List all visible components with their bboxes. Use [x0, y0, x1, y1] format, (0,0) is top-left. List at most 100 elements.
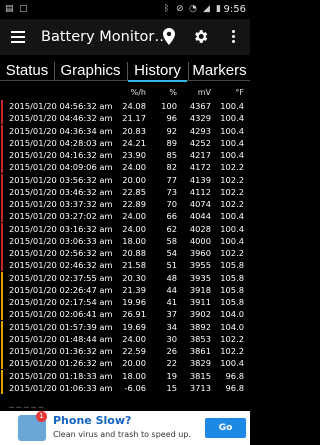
- cell-pct-per-hour: 24.00: [122, 223, 146, 234]
- settings-gear-icon[interactable]: [192, 28, 209, 45]
- cell-mv: 3902: [189, 309, 211, 320]
- row-level-bar: [1, 161, 3, 174]
- cell-percent: 62: [166, 223, 177, 234]
- cell-pct-per-hour: 24.00: [122, 211, 146, 222]
- cell-percent: 100: [161, 101, 177, 111]
- row-level-bar: [1, 149, 3, 161]
- table-row[interactable]: 2015/01/20 02:46:32 am 21.58 51 3955 105.8: [0, 259, 250, 272]
- status-bar: ▤ ▢ ᛒ ⊘ ◔ ◢ ▮ 9:56: [0, 0, 250, 19]
- cell-percent: 92: [166, 125, 177, 136]
- table-row[interactable]: 2015/01/20 03:37:32 am 22.89 70 4074 102.2: [0, 198, 250, 210]
- row-level-bar: [1, 332, 3, 345]
- table-row[interactable]: 2015/01/20 04:56:32 am 24.08 100 4367 100.4: [0, 100, 250, 112]
- cell-date: 2015/01/20 02:37:55 am: [9, 272, 113, 283]
- table-row[interactable]: 2015/01/20 03:46:32 am 22.85 73 4112 102.2: [0, 185, 250, 198]
- ad-title: Phone Slow?: [53, 414, 132, 427]
- row-level-bar: [1, 296, 3, 308]
- cell-pct-per-hour: 22.89: [122, 199, 146, 209]
- cell-date: 2015/01/20 01:48:44 am: [9, 333, 113, 344]
- table-row[interactable]: 2015/01/20 01:48:44 am 24.00 30 3853 102.2: [0, 332, 250, 345]
- cell-pct-per-hour: 20.83: [122, 125, 146, 136]
- cell-mv: 4367: [189, 101, 211, 111]
- cell-pct-per-hour: 21.17: [122, 113, 146, 124]
- cell-pct-per-hour: 22.59: [122, 346, 146, 356]
- table-row[interactable]: 2015/01/20 02:37:55 am 20.30 48 3935 105.8: [0, 271, 250, 284]
- row-level-bar: [1, 173, 3, 186]
- cell-mv: 3829: [189, 358, 211, 369]
- cell-temp: 105.8: [220, 297, 244, 307]
- cell-temp: 100.4: [220, 211, 244, 222]
- table-row[interactable]: 2015/01/20 02:56:32 am 20.88 54 3960 102.2: [0, 247, 250, 259]
- row-level-bar: [1, 369, 3, 382]
- table-row[interactable]: 2015/01/20 02:06:41 am 26.91 37 3902 104.0: [0, 308, 250, 321]
- cell-date: 2015/01/20 03:16:32 am: [9, 223, 113, 234]
- overflow-menu-icon[interactable]: [232, 30, 236, 45]
- cell-pct-per-hour: 23.90: [122, 150, 146, 160]
- table-row[interactable]: 2015/01/20 04:16:32 am 23.90 85 4217 100.4: [0, 149, 250, 161]
- table-row[interactable]: 2015/01/20 03:16:32 am 24.00 62 4028 100.4: [0, 222, 250, 235]
- cell-temp: 100.4: [220, 150, 244, 160]
- cell-percent: 37: [166, 309, 177, 320]
- table-row[interactable]: 2015/01/20 04:28:03 am 24.21 89 4252 100.4: [0, 136, 250, 149]
- table-row[interactable]: 2015/01/20 04:36:34 am 20.83 92 4293 100.4: [0, 124, 250, 137]
- cell-pct-per-hour: 20.00: [122, 358, 146, 369]
- ad-text: Clean virus and trash to speed up.: [53, 430, 191, 439]
- ad-banner[interactable]: 1 Phone Slow? Clean virus and trash to s…: [0, 411, 250, 445]
- cell-pct-per-hour: 21.39: [122, 284, 146, 295]
- cell-mv: 4044: [189, 211, 211, 222]
- cell-pct-per-hour: 18.00: [122, 235, 146, 246]
- table-row[interactable]: 2015/01/20 02:17:54 am 19.96 41 3911 105.8: [0, 296, 250, 308]
- row-level-bar: [1, 185, 3, 198]
- table-row[interactable]: 2015/01/20 01:57:39 am 19.69 34 3892 104.0: [0, 320, 250, 333]
- table-row[interactable]: 2015/01/20 03:56:32 am 20.00 77 4139 102.2: [0, 173, 250, 186]
- cell-percent: 48: [166, 272, 177, 283]
- cell-mv: 4252: [189, 137, 211, 148]
- cell-date: 2015/01/20 03:56:32 am: [9, 174, 113, 185]
- ad-app-icon: 1: [18, 411, 47, 441]
- cell-pct-per-hour: 20.00: [122, 174, 146, 185]
- table-row[interactable]: 2015/01/20 03:27:02 am 24.00 66 4044 100.4: [0, 210, 250, 223]
- table-row[interactable]: 2015/01/20 02:26:47 am 21.39 44 3918 105.8: [0, 283, 250, 296]
- cell-mv: 4329: [189, 113, 211, 124]
- cell-temp: 102.2: [220, 162, 244, 173]
- cell-temp: 102.2: [220, 346, 244, 356]
- cell-temp: 102.2: [220, 174, 244, 185]
- cell-date: 2015/01/20 01:26:32 am: [9, 358, 113, 369]
- cell-pct-per-hour: 24.21: [122, 137, 146, 148]
- table-row[interactable]: 2015/01/20 04:09:06 am 24.00 82 4172 102.2: [0, 161, 250, 174]
- cell-mv: 3911: [189, 297, 211, 307]
- status-time: 9:56: [223, 4, 246, 15]
- table-row[interactable]: 2015/01/20 01:18:33 am 18.00 19 3815 96.8: [0, 369, 250, 382]
- table-row[interactable]: 2015/01/20 01:06:33 am -6.06 15 3713 96.8: [0, 381, 250, 394]
- cell-date: 2015/01/20 01:36:32 am: [9, 346, 113, 356]
- hamburger-menu-icon[interactable]: [11, 31, 25, 43]
- table-row[interactable]: 2015/01/20 01:26:32 am 20.00 22 3829 100.4: [0, 357, 250, 370]
- cell-temp: 96.8: [225, 370, 244, 381]
- cell-percent: 19: [166, 370, 177, 381]
- cell-date: 2015/01/20 01:18:33 am: [9, 370, 113, 381]
- table-row[interactable]: 2015/01/20 04:46:32 am 21.17 96 4329 100.4: [0, 112, 250, 125]
- cell-date: 2015/01/20 04:56:32 am: [9, 101, 113, 111]
- row-level-bar: [1, 112, 3, 125]
- cell-mv: 3861: [189, 346, 211, 356]
- ad-go-button[interactable]: Go: [205, 418, 246, 438]
- row-level-bar: [1, 124, 3, 137]
- location-pin-icon[interactable]: [163, 28, 175, 45]
- cell-date: 2015/01/20 04:16:32 am: [9, 150, 113, 160]
- cell-pct-per-hour: -6.06: [124, 382, 146, 393]
- cell-temp: 102.2: [220, 248, 244, 258]
- row-level-bar: [1, 271, 3, 284]
- cell-temp: 105.8: [220, 260, 244, 271]
- cell-mv: 4293: [189, 125, 211, 136]
- row-level-bar: [1, 308, 3, 321]
- cell-pct-per-hour: 19.96: [122, 297, 146, 307]
- table-row[interactable]: 2015/01/20 01:36:32 am 22.59 26 3861 102.2: [0, 345, 250, 357]
- cell-percent: 82: [166, 162, 177, 173]
- cell-percent: 77: [166, 174, 177, 185]
- cell-date: 2015/01/20 02:26:47 am: [9, 284, 113, 295]
- cell-pct-per-hour: 20.30: [122, 272, 146, 283]
- cell-temp: 96.8: [225, 382, 244, 393]
- table-row[interactable]: 2015/01/20 03:06:33 am 18.00 58 4000 100.4: [0, 234, 250, 247]
- cell-date: 2015/01/20 04:46:32 am: [9, 113, 113, 124]
- cell-mv: 4028: [189, 223, 211, 234]
